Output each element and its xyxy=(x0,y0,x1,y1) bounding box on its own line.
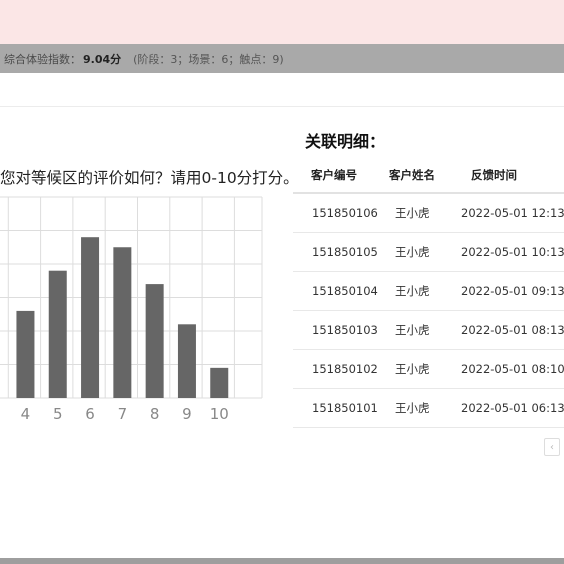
header-feedback-time: 反馈时间 xyxy=(471,168,517,182)
summary-bar: 综合体验指数： 9.04分 (阶段：3；场景：6；触点：9) xyxy=(0,44,564,73)
table-row[interactable]: 151850103 王小虎 2022-05-01 08:13:13 xyxy=(293,311,564,350)
chart-bar xyxy=(113,247,132,398)
cell-feedback-time: 2022-05-01 10:13:13 xyxy=(461,245,564,259)
cell-customer-name: 王小虎 xyxy=(395,245,430,259)
chart-bar xyxy=(177,324,196,398)
table-header: 客户编号 客户姓名 反馈时间 xyxy=(293,158,564,194)
cell-customer-name: 王小虎 xyxy=(395,206,430,220)
cell-customer-name: 王小虎 xyxy=(395,362,430,376)
summary-label: 综合体验指数： xyxy=(4,52,81,66)
cell-feedback-time: 2022-05-01 06:13:13 xyxy=(461,401,564,415)
table-body: 151850106 王小虎 2022-05-01 12:13:13 151850105… xyxy=(293,194,564,428)
header-customer-id: 客户编号 xyxy=(311,168,357,182)
chart-tick-label: 5 xyxy=(53,405,63,423)
chart-bar xyxy=(16,310,35,398)
chart-bar xyxy=(145,284,164,398)
divider xyxy=(0,106,564,107)
cell-customer-id: 151850102 xyxy=(312,362,378,376)
chart-svg: 4 5 6 7 8 9 10 xyxy=(0,196,263,423)
cell-customer-name: 王小虎 xyxy=(395,284,430,298)
question-text: 您对等候区的评价如何？请用0-10分打分。 xyxy=(0,169,299,187)
table-row[interactable]: 151850105 王小虎 2022-05-01 10:13:13 xyxy=(293,233,564,272)
detail-table: 客户编号 客户姓名 反馈时间 151850106 王小虎 2022-05-01 12… xyxy=(293,158,564,428)
chart-tick-label: 9 xyxy=(182,405,192,423)
top-banner xyxy=(0,0,564,44)
table-row[interactable]: 151850104 王小虎 2022-05-01 09:13:13 xyxy=(293,272,564,311)
table-row[interactable]: 151850102 王小虎 2022-05-01 08:10:13 xyxy=(293,350,564,389)
cell-feedback-time: 2022-05-01 08:13:13 xyxy=(461,323,564,337)
cell-customer-name: 王小虎 xyxy=(395,323,430,337)
bottom-bar xyxy=(0,558,564,564)
chart-tick-label: 6 xyxy=(85,405,95,423)
cell-customer-name: 王小虎 xyxy=(395,401,430,415)
chart-bar xyxy=(81,237,100,398)
cell-customer-id: 151850105 xyxy=(312,245,378,259)
detail-title: 关联明细： xyxy=(305,132,386,151)
cell-customer-id: 151850104 xyxy=(312,284,378,298)
chart-tick-label: 7 xyxy=(118,405,128,423)
score-distribution-chart: 4 5 6 7 8 9 10 xyxy=(0,195,290,430)
table-row[interactable]: 151850101 王小虎 2022-05-01 06:13:13 xyxy=(293,389,564,428)
chart-bar xyxy=(48,270,67,398)
cell-feedback-time: 2022-05-01 08:10:13 xyxy=(461,362,564,376)
cell-feedback-time: 2022-05-01 12:13:13 xyxy=(461,206,564,220)
cell-customer-id: 151850103 xyxy=(312,323,378,337)
pager-prev-button[interactable]: ‹ xyxy=(544,438,560,456)
chart-tick-label: 4 xyxy=(21,405,31,423)
cell-customer-id: 151850101 xyxy=(312,401,378,415)
summary-score: 9.04分 xyxy=(83,52,122,66)
chart-tick-label: 10 xyxy=(210,405,229,423)
chart-tick-label: 8 xyxy=(150,405,160,423)
cell-customer-id: 151850106 xyxy=(312,206,378,220)
header-customer-name: 客户姓名 xyxy=(389,168,435,182)
cell-feedback-time: 2022-05-01 09:13:13 xyxy=(461,284,564,298)
summary-meta: (阶段：3；场景：6；触点：9) xyxy=(133,52,284,66)
table-row[interactable]: 151850106 王小虎 2022-05-01 12:13:13 xyxy=(293,194,564,233)
chart-bar xyxy=(210,367,229,398)
